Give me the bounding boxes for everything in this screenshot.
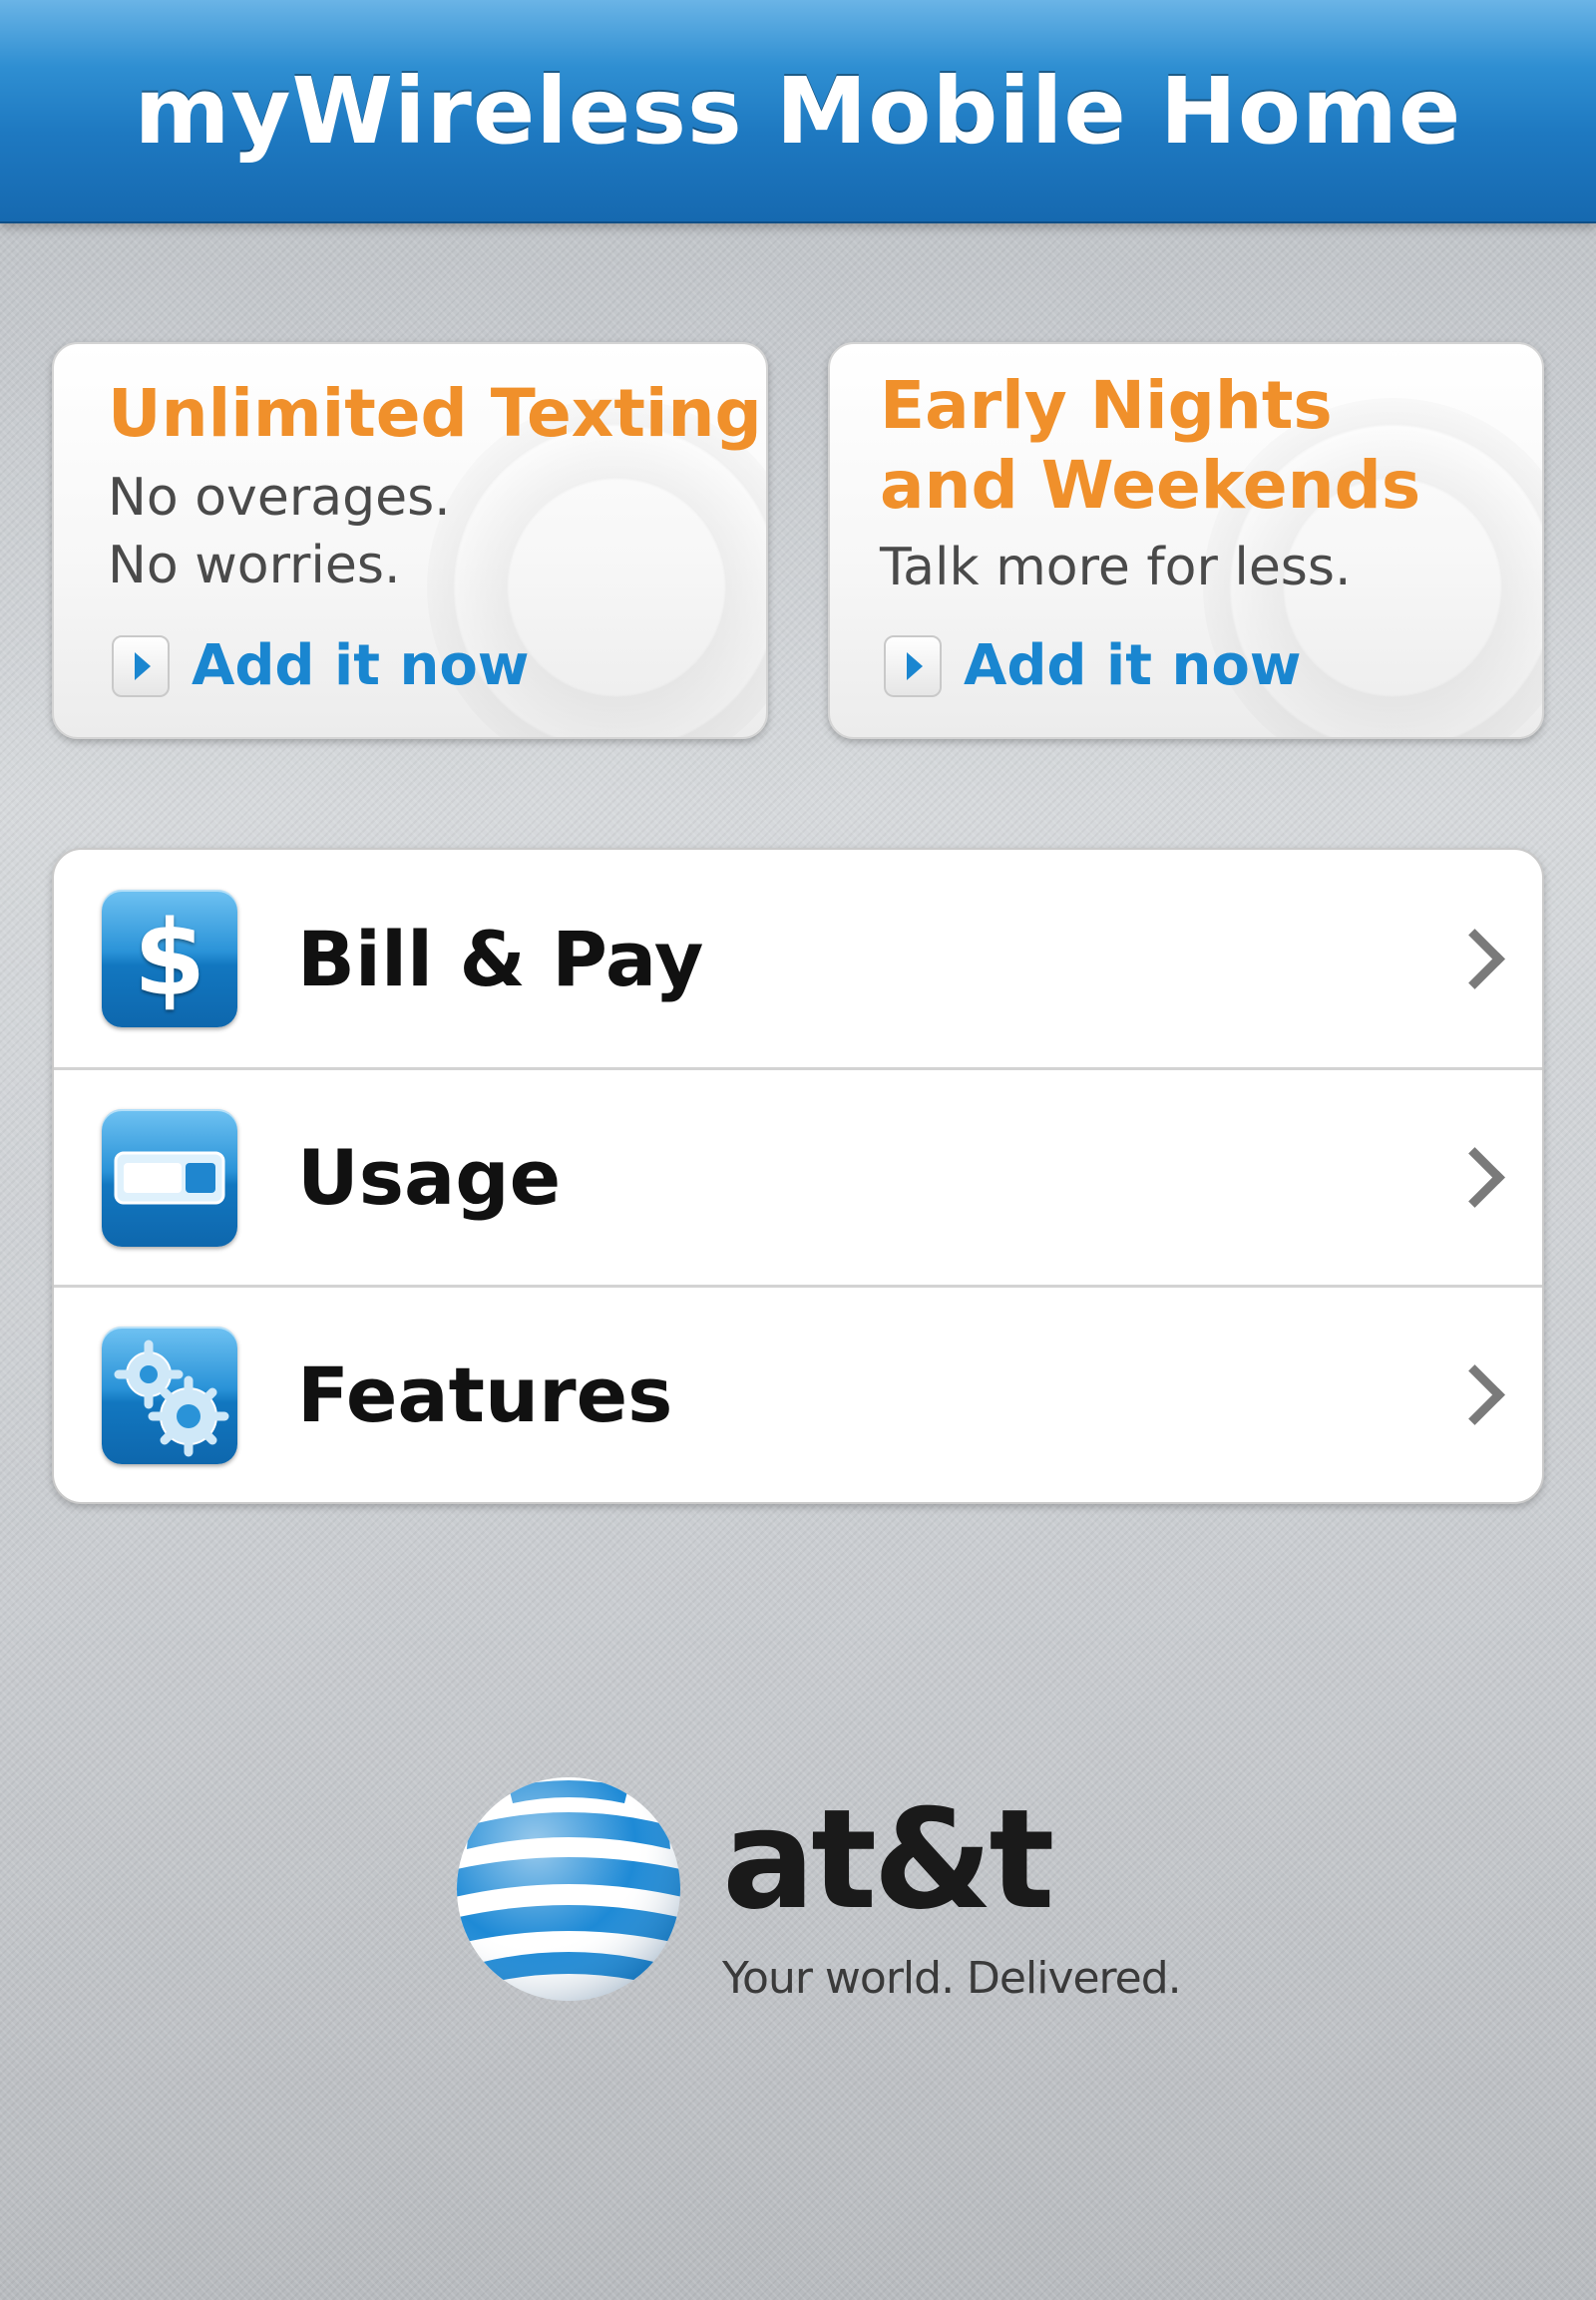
play-arrow-icon [884,634,942,697]
promo-desc-line: No overages. [108,468,451,528]
usage-meter-icon [102,1108,237,1247]
gears-icon [102,1326,237,1464]
promo-title-line: Unlimited Texting [108,375,762,452]
menu-item-usage[interactable]: Usage [54,1067,1542,1285]
add-it-now-link[interactable]: Add it now [884,633,1302,698]
menu-item-label: Usage [297,1133,562,1222]
chevron-right-icon [1444,1147,1505,1208]
promo-description: No overages. No worries. [108,464,451,599]
title-bar: myWireless Mobile Home [0,0,1596,223]
menu-item-features[interactable]: Features [54,1285,1542,1502]
promo-desc-line: Talk more for less. [880,538,1352,597]
promo-title: Unlimited Texting [108,374,762,454]
promo-early-nights-weekends[interactable]: Early Nights and Weekends Talk more for … [828,342,1544,739]
att-logo: at&t Your world. Delivered. [449,1769,1267,2029]
dollar-icon: $ [102,890,237,1027]
main-menu: $ Bill & Pay Usage Features [52,848,1544,1504]
page-title: myWireless Mobile Home [134,57,1462,165]
menu-item-bill-pay[interactable]: $ Bill & Pay [54,850,1542,1067]
add-it-now-link[interactable]: Add it now [112,633,530,698]
menu-item-label: Features [297,1350,673,1439]
brand-tagline: Your world. Delivered. [722,1953,1182,2004]
promo-description: Talk more for less. [880,534,1352,601]
promo-title-line: Early Nights [880,367,1333,444]
promo-title-line: and Weekends [880,447,1421,524]
brand-name: at&t [722,1779,1054,1940]
chevron-right-icon [1444,1364,1505,1425]
add-it-now-label: Add it now [964,633,1302,698]
att-globe-icon [457,1777,680,2001]
chevron-right-icon [1444,928,1505,989]
promo-title: Early Nights and Weekends [880,366,1420,526]
add-it-now-label: Add it now [192,633,530,698]
promo-unlimited-texting[interactable]: Unlimited Texting No overages. No worrie… [52,342,768,739]
promo-desc-line: No worries. [108,536,401,595]
play-arrow-icon [112,634,170,697]
menu-item-label: Bill & Pay [297,914,704,1003]
